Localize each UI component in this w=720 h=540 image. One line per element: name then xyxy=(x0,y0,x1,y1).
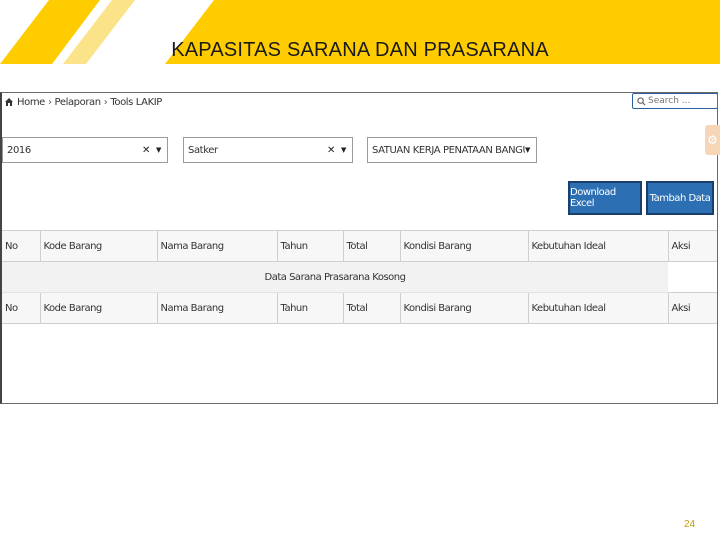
download-excel-button[interactable]: Download Excel xyxy=(568,181,642,215)
table-header-row: No Kode Barang Nama Barang Tahun Total K… xyxy=(2,230,717,262)
caret-down-icon[interactable]: ▼ xyxy=(156,146,161,154)
column-header[interactable]: Kode Barang xyxy=(39,230,157,262)
breadcrumb-tools[interactable]: Tools LAKIP xyxy=(110,97,162,108)
column-header[interactable]: Kondisi Barang xyxy=(399,230,528,262)
search-box[interactable] xyxy=(632,93,717,109)
breadcrumb-pelaporan[interactable]: Pelaporan xyxy=(55,97,102,108)
clear-icon[interactable]: ✕ xyxy=(327,145,335,156)
chevron-right-icon: › xyxy=(103,96,108,108)
chevron-right-icon: › xyxy=(47,96,52,108)
clear-icon[interactable]: ✕ xyxy=(142,145,150,156)
slide-title: KAPASITAS SARANA DAN PRASARANA xyxy=(171,39,549,61)
caret-down-icon[interactable]: ▼ xyxy=(525,146,530,154)
column-header[interactable]: Aksi xyxy=(667,230,717,262)
gear-icon: ⚙ xyxy=(707,133,718,147)
year-select-value: 2016 xyxy=(7,144,31,156)
column-header[interactable]: Kebutuhan Ideal xyxy=(527,230,668,262)
empty-table-message: Data Sarana Prasarana Kosong xyxy=(2,261,668,293)
search-icon xyxy=(637,96,646,106)
tambah-data-button[interactable]: Tambah Data xyxy=(646,181,714,215)
column-footer: Kondisi Barang xyxy=(399,292,528,324)
table-row: Data Sarana Prasarana Kosong xyxy=(2,261,717,293)
table-footer-row: No Kode Barang Nama Barang Tahun Total K… xyxy=(2,292,717,324)
page-number: 24 xyxy=(684,519,696,530)
column-footer: Nama Barang xyxy=(156,292,277,324)
data-table: No Kode Barang Nama Barang Tahun Total K… xyxy=(2,230,717,324)
settings-tab[interactable]: ⚙ xyxy=(705,125,720,155)
column-footer: Total xyxy=(342,292,400,324)
home-icon[interactable] xyxy=(4,97,14,107)
satker-select-value: Satker xyxy=(188,144,218,156)
satker-select[interactable]: Satker ✕ ▼ xyxy=(183,137,353,163)
column-footer: Kode Barang xyxy=(39,292,157,324)
breadcrumb-home[interactable]: Home xyxy=(17,97,45,108)
unit-select-value: SATUAN KERJA PENATAAN BANGUNAN D... xyxy=(372,144,525,156)
breadcrumb: Home › Pelaporan › Tools LAKIP xyxy=(2,93,165,111)
unit-select[interactable]: SATUAN KERJA PENATAAN BANGUNAN D... ▼ xyxy=(367,137,537,163)
search-input[interactable] xyxy=(648,96,714,106)
app-screenshot: Home › Pelaporan › Tools LAKIP 2016 ✕ ▼ … xyxy=(0,92,718,404)
column-footer: Kebutuhan Ideal xyxy=(527,292,668,324)
column-footer: Aksi xyxy=(667,292,717,324)
column-footer: No xyxy=(2,292,40,324)
column-footer: Tahun xyxy=(276,292,343,324)
caret-down-icon[interactable]: ▼ xyxy=(341,146,346,154)
column-header[interactable]: No xyxy=(2,230,40,262)
year-select[interactable]: 2016 ✕ ▼ xyxy=(2,137,168,163)
column-header[interactable]: Total xyxy=(342,230,400,262)
column-header[interactable]: Tahun xyxy=(276,230,343,262)
column-header[interactable]: Nama Barang xyxy=(156,230,277,262)
